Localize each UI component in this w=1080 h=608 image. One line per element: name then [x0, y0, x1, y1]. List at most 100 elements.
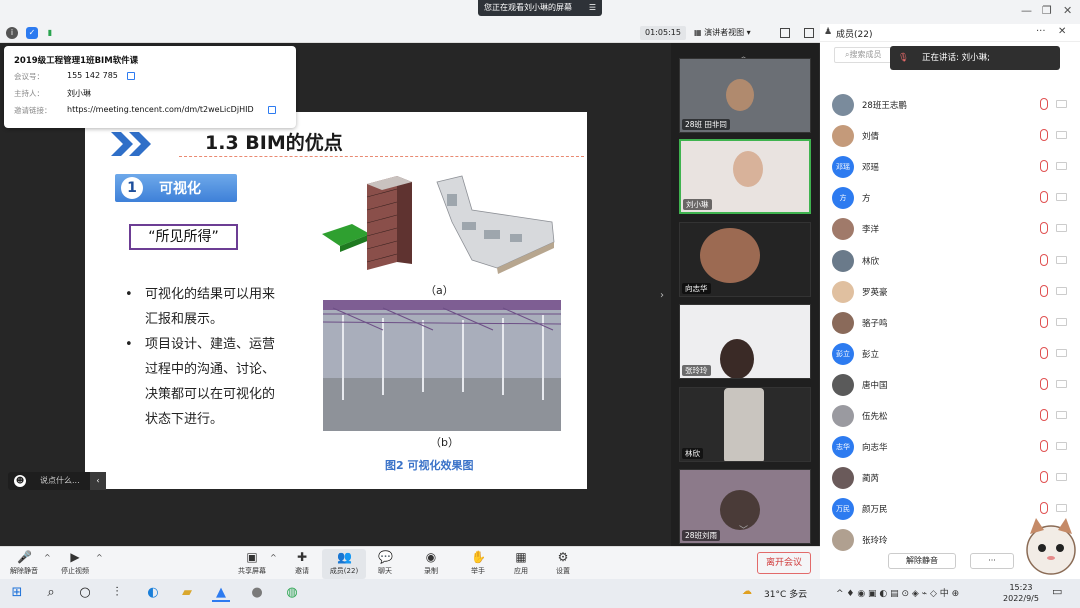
- mic-muted-icon[interactable]: [1040, 346, 1048, 359]
- member-row[interactable]: 彭立 彭立: [832, 341, 1072, 367]
- video-tile-active[interactable]: 刘小琳: [679, 139, 811, 214]
- mic-muted-icon[interactable]: [1040, 471, 1048, 484]
- cat-mascot-image: [1026, 518, 1076, 575]
- copy-icon[interactable]: [127, 72, 135, 80]
- raise-hand-button[interactable]: ✋ 举手: [456, 549, 500, 579]
- emoji-icon[interactable]: ☻: [14, 475, 26, 487]
- member-row[interactable]: 李洋: [832, 216, 1072, 242]
- camera-off-icon[interactable]: [1056, 100, 1067, 108]
- video-tile[interactable]: 向志华: [679, 222, 811, 297]
- camera-off-icon[interactable]: [1056, 131, 1067, 140]
- camera-off-icon[interactable]: [1056, 317, 1067, 326]
- mic-muted-icon[interactable]: [1040, 222, 1048, 235]
- title-divider: [179, 156, 584, 157]
- wechat-icon[interactable]: ◍: [283, 584, 301, 602]
- close-panel-icon[interactable]: ✕: [1058, 26, 1066, 37]
- member-name: 彭立: [862, 349, 880, 360]
- chevron-up-icon[interactable]: ^: [96, 553, 103, 562]
- settings-button[interactable]: ⚙ 设置: [541, 549, 585, 579]
- sidebar-toggle-icon[interactable]: [804, 28, 814, 38]
- camera-off-icon[interactable]: [1056, 193, 1067, 202]
- mic-muted-icon[interactable]: [1040, 98, 1048, 110]
- member-search-input[interactable]: ⌕搜索成员: [834, 47, 898, 63]
- camera-off-icon[interactable]: [1056, 162, 1067, 171]
- member-row[interactable]: 唐中国: [832, 372, 1072, 398]
- mic-muted-icon[interactable]: [1040, 502, 1048, 515]
- collapse-chat-icon[interactable]: ‹: [90, 472, 106, 490]
- leave-meeting-button[interactable]: 离开会议: [757, 552, 811, 574]
- widgets-icon[interactable]: ⫶: [108, 584, 126, 602]
- camera-off-icon[interactable]: [1056, 255, 1067, 264]
- member-row[interactable]: 志华 向志华: [832, 434, 1072, 460]
- mic-muted-icon[interactable]: [1040, 409, 1048, 421]
- camera-off-icon[interactable]: [1056, 224, 1067, 233]
- member-row[interactable]: 刘倩: [832, 123, 1072, 149]
- member-row[interactable]: 骆子鸣: [832, 310, 1072, 336]
- chat-button[interactable]: 💬 聊天: [363, 549, 407, 579]
- more-button[interactable]: ···: [970, 553, 1014, 569]
- camera-off-icon[interactable]: [1056, 504, 1067, 513]
- info-icon[interactable]: i: [6, 27, 18, 39]
- member-row[interactable]: 28班王志鹏: [832, 92, 1072, 118]
- invite-link[interactable]: https://meeting.tencent.com/dm/t2weLicDj…: [67, 105, 254, 114]
- mic-muted-icon[interactable]: [1040, 160, 1048, 173]
- video-tile[interactable]: 张玲玲: [679, 304, 811, 379]
- close-button[interactable]: ✕: [1063, 4, 1072, 17]
- menu-icon[interactable]: ☰: [589, 0, 596, 16]
- task-view-icon[interactable]: ○: [76, 584, 94, 602]
- app-icon[interactable]: ●: [248, 584, 266, 602]
- camera-off-icon[interactable]: [1056, 442, 1067, 451]
- camera-off-icon[interactable]: [1056, 411, 1067, 419]
- mic-muted-icon[interactable]: [1040, 191, 1048, 204]
- unmute-all-button[interactable]: 解除静音: [888, 553, 956, 569]
- minimize-button[interactable]: —: [1021, 4, 1032, 17]
- shield-icon[interactable]: ✓: [26, 27, 38, 39]
- members-button[interactable]: 👥 成员(22): [322, 549, 366, 579]
- member-name: 向志华: [862, 443, 888, 454]
- apps-button[interactable]: ▦ 应用: [499, 549, 543, 579]
- unmute-button[interactable]: 🎤 解除静音: [2, 549, 46, 579]
- mic-muted-icon[interactable]: [1040, 315, 1048, 328]
- clock[interactable]: 15:23 2022/9/5: [998, 582, 1044, 604]
- tool-label: 录制: [424, 567, 438, 575]
- chat-input[interactable]: ☻ 说点什么... ‹: [8, 472, 106, 490]
- mic-muted-icon[interactable]: [1040, 377, 1048, 390]
- chevron-up-icon[interactable]: ^: [44, 553, 51, 562]
- member-row[interactable]: 林欣: [832, 248, 1072, 274]
- video-tile[interactable]: 28班 田非同: [679, 58, 811, 133]
- chevron-up-icon[interactable]: ^: [270, 553, 277, 562]
- restore-button[interactable]: ❐: [1042, 4, 1052, 17]
- chevron-right-icon[interactable]: ›: [660, 290, 670, 310]
- notification-icon[interactable]: ▭: [1052, 585, 1062, 598]
- mic-muted-icon[interactable]: [1040, 129, 1048, 142]
- member-row[interactable]: 罗英豪: [832, 279, 1072, 305]
- mic-muted-icon[interactable]: [1040, 284, 1048, 297]
- chevron-down-icon[interactable]: ﹀: [739, 523, 748, 536]
- share-screen-button[interactable]: ▣ 共享屏幕: [230, 549, 274, 579]
- fullscreen-icon[interactable]: [780, 28, 790, 38]
- invite-button[interactable]: ✚ 邀请: [280, 549, 324, 579]
- mic-muted-icon[interactable]: [1040, 440, 1048, 453]
- mic-muted-icon[interactable]: [1040, 253, 1048, 266]
- video-name: 林欣: [682, 448, 703, 459]
- member-row[interactable]: 邓瑶 邓瑶: [832, 154, 1072, 180]
- member-row[interactable]: 蔺芮: [832, 465, 1072, 491]
- record-button[interactable]: ◉ 录制: [409, 549, 453, 579]
- stop-video-button[interactable]: ▶ 停止视频: [53, 549, 97, 579]
- windows-start-icon[interactable]: ⊞: [8, 584, 26, 602]
- tencent-meeting-icon[interactable]: ▲: [212, 584, 230, 602]
- camera-off-icon[interactable]: [1056, 473, 1067, 482]
- member-row[interactable]: 伍先松: [832, 403, 1072, 429]
- more-icon[interactable]: ···: [1036, 26, 1046, 37]
- video-tile[interactable]: 林欣: [679, 387, 811, 462]
- tray-icons[interactable]: ^ ♦ ◉ ▣ ◐ ▤ ⊙ ◈ ⌁ ◇ 中 ⊕: [836, 586, 959, 599]
- file-explorer-icon[interactable]: ▰: [178, 584, 196, 602]
- camera-off-icon[interactable]: [1056, 379, 1067, 388]
- view-mode-select[interactable]: ▦ 演讲者视图 ▾: [694, 26, 768, 40]
- copy-link-icon[interactable]: [268, 106, 276, 114]
- camera-off-icon[interactable]: [1056, 286, 1067, 295]
- camera-off-icon[interactable]: [1056, 348, 1067, 357]
- edge-browser-icon[interactable]: ◐: [144, 584, 162, 602]
- member-row[interactable]: 方方: [832, 185, 1072, 211]
- search-icon[interactable]: ⌕: [42, 584, 60, 602]
